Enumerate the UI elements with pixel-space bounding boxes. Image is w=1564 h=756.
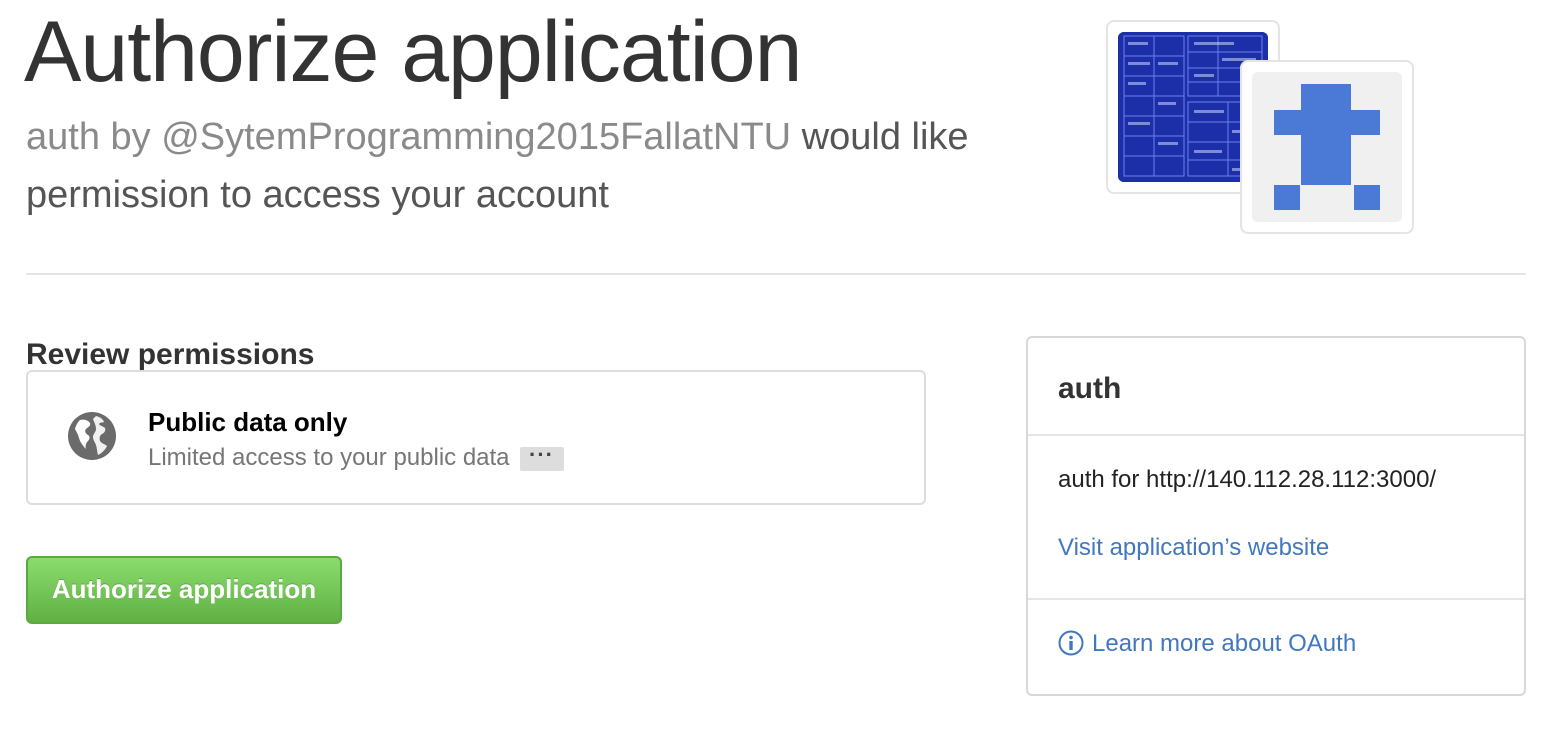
app-info-panel: auth auth for http://140.112.28.112:3000…: [1026, 336, 1526, 696]
app-name: auth: [1058, 372, 1122, 405]
permission-item: Public data only Limited access to your …: [26, 370, 926, 505]
globe-icon: [66, 410, 118, 462]
header-divider: [26, 273, 1526, 275]
learn-more-oauth-link[interactable]: Learn more about OAuth: [1058, 628, 1356, 660]
permission-description-text: Limited access to your public data: [148, 444, 510, 471]
authorize-application-button[interactable]: Authorize application: [26, 556, 342, 624]
learn-more-oauth-label: Learn more about OAuth: [1092, 630, 1357, 657]
permission-description: Limited access to your public data ···: [148, 442, 564, 474]
app-description: auth for http://140.112.28.112:3000/: [1058, 466, 1437, 493]
identicon-icon: [1252, 72, 1402, 222]
panel-divider: [1028, 434, 1524, 436]
info-icon: [1058, 630, 1084, 656]
expand-details-button[interactable]: ···: [519, 443, 564, 471]
visit-website-link[interactable]: Visit application’s website: [1058, 532, 1329, 564]
page-title: Authorize application: [24, 4, 802, 100]
panel-divider: [1028, 598, 1524, 600]
authorize-page: Authorize application auth by @SytemProg…: [0, 0, 1564, 756]
request-description: auth by @SytemProgramming2015FallatNTU w…: [26, 108, 1046, 224]
app-owner-text: auth by @SytemProgramming2015FallatNTU: [26, 116, 792, 158]
review-permissions-heading: Review permissions: [26, 338, 315, 371]
permission-title: Public data only: [148, 407, 348, 437]
user-avatar: [1240, 60, 1414, 234]
